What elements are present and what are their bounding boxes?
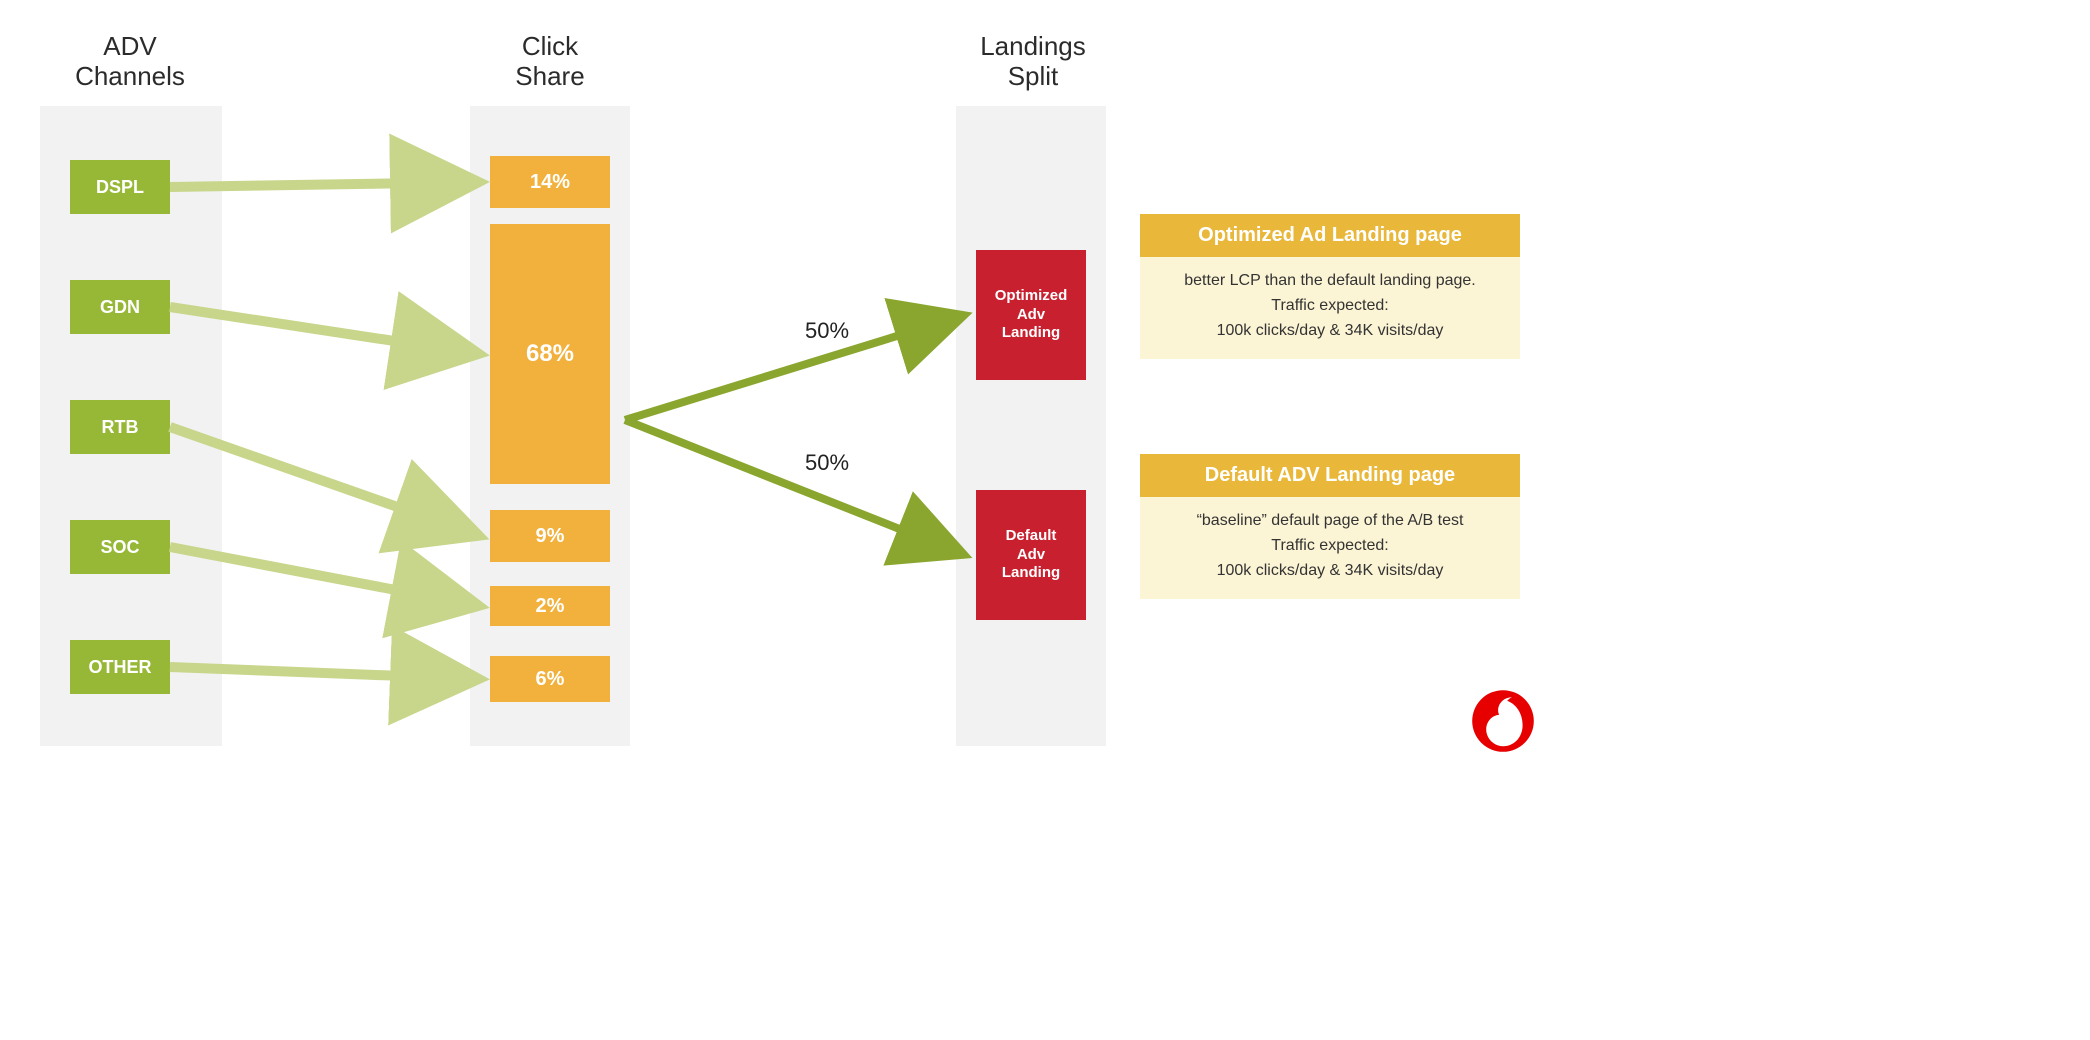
landing-default: DefaultAdvLanding [976, 490, 1086, 620]
channel-gdn-label: GDN [100, 297, 140, 318]
card-optimized-line3: 100k clicks/day & 34K visits/day [1154, 319, 1506, 344]
share-soc-label: 2% [536, 595, 565, 618]
card-optimized-line2: Traffic expected: [1154, 294, 1506, 319]
share-rtb-label: 9% [536, 525, 565, 548]
share-rtb: 9% [490, 510, 610, 562]
split-label-top-text: 50% [805, 318, 849, 343]
heading-landings-split: LandingsSplit [968, 32, 1098, 92]
landing-default-label: DefaultAdvLanding [1002, 527, 1060, 583]
brand-logo-icon [1468, 686, 1538, 756]
channel-dspl-label: DSPL [96, 177, 144, 198]
share-gdn-label: 68% [526, 340, 574, 368]
heading-adv-channels-text: ADVChannels [75, 31, 185, 91]
card-optimized-line1: better LCP than the default landing page… [1154, 269, 1506, 294]
share-soc: 2% [490, 586, 610, 626]
channel-other-label: OTHER [89, 657, 152, 678]
card-default-line1: “baseline” default page of the A/B test [1154, 509, 1506, 534]
heading-adv-channels: ADVChannels [60, 32, 200, 92]
landing-optimized-label: OptimizedAdvLanding [995, 287, 1068, 343]
flow-arrows [0, 0, 1558, 776]
channel-rtb: RTB [70, 400, 170, 454]
channel-other: OTHER [70, 640, 170, 694]
card-default-title: Default ADV Landing page [1140, 454, 1520, 497]
card-optimized-body: better LCP than the default landing page… [1140, 257, 1520, 359]
split-label-top: 50% [805, 318, 849, 344]
card-optimized: Optimized Ad Landing page better LCP tha… [1140, 214, 1520, 359]
channel-dspl: DSPL [70, 160, 170, 214]
share-dspl: 14% [490, 156, 610, 208]
landing-optimized: OptimizedAdvLanding [976, 250, 1086, 380]
heading-click-share: ClickShare [495, 32, 605, 92]
channel-soc-label: SOC [100, 537, 139, 558]
share-other-label: 6% [536, 668, 565, 691]
split-label-bottom: 50% [805, 450, 849, 476]
share-dspl-label: 14% [530, 171, 570, 194]
channel-rtb-label: RTB [102, 417, 139, 438]
channel-gdn: GDN [70, 280, 170, 334]
landings-split-column [956, 106, 1106, 746]
card-default-line3: 100k clicks/day & 34K visits/day [1154, 559, 1506, 584]
heading-click-share-text: ClickShare [515, 31, 584, 91]
card-optimized-title: Optimized Ad Landing page [1140, 214, 1520, 257]
heading-landings-split-text: LandingsSplit [980, 31, 1086, 91]
share-other: 6% [490, 656, 610, 702]
share-gdn: 68% [490, 224, 610, 484]
card-default: Default ADV Landing page “baseline” defa… [1140, 454, 1520, 599]
card-default-line2: Traffic expected: [1154, 534, 1506, 559]
channel-soc: SOC [70, 520, 170, 574]
card-default-body: “baseline” default page of the A/B test … [1140, 497, 1520, 599]
split-label-bottom-text: 50% [805, 450, 849, 475]
